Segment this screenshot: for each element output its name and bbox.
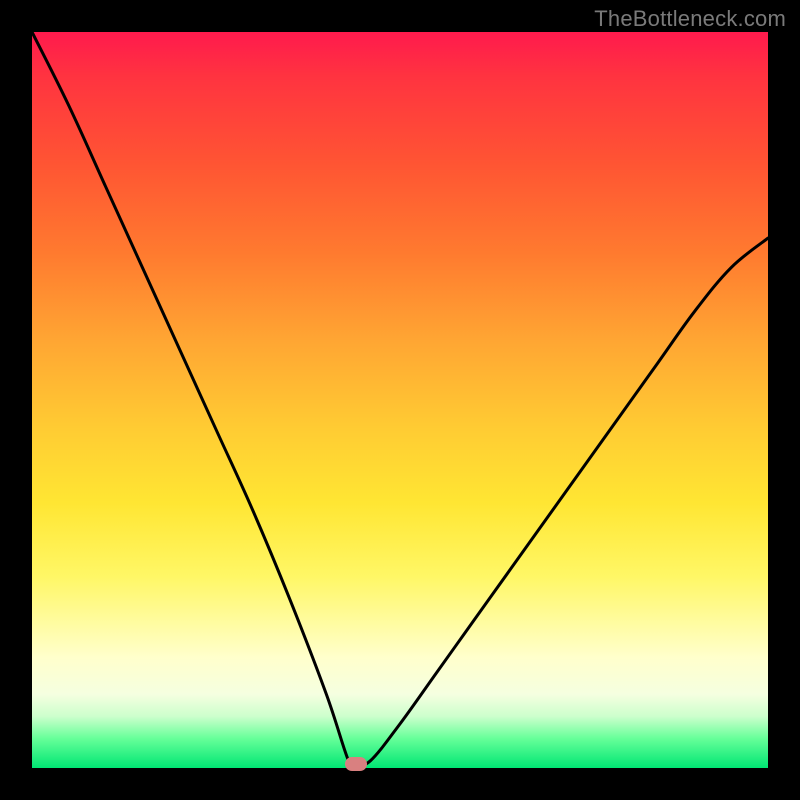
optimum-marker — [345, 757, 367, 771]
watermark-text: TheBottleneck.com — [594, 6, 786, 32]
bottleneck-curve — [32, 32, 768, 768]
chart-frame: TheBottleneck.com — [0, 0, 800, 800]
plot-area — [32, 32, 768, 768]
